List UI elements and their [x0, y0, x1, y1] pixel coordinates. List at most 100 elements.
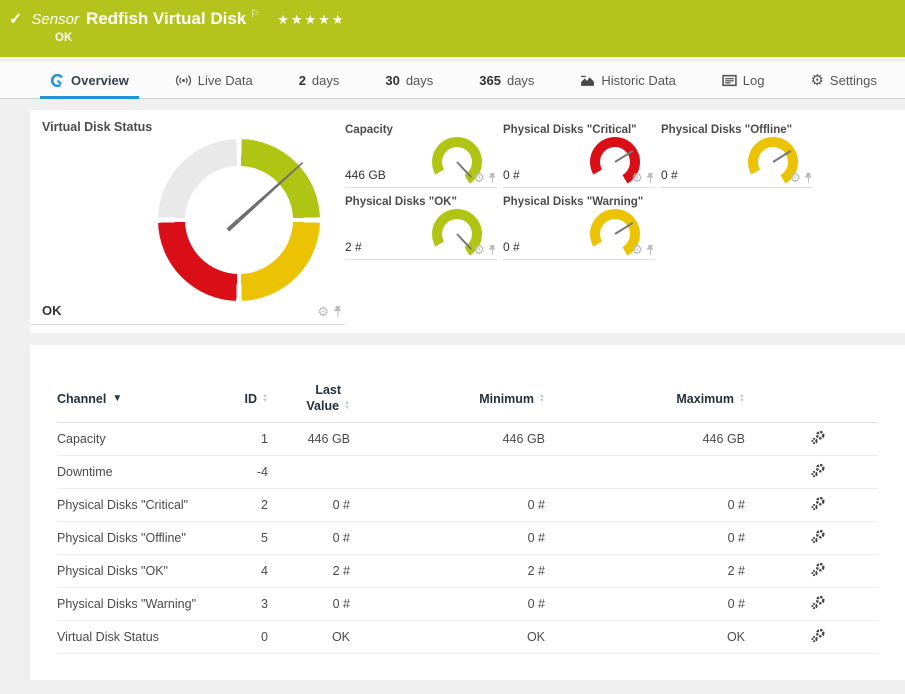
pin-icon[interactable] — [804, 172, 813, 184]
main-gauge-title: Virtual Disk Status — [42, 120, 345, 134]
column-header-channel[interactable]: Channel ▼ — [57, 392, 212, 406]
table-row: Physical Disks "Warning" 3 0 # 0 # 0 # — [57, 588, 878, 621]
minimum-value: OK — [350, 630, 545, 644]
tab-2-days[interactable]: 2 days — [289, 62, 350, 98]
last-value: 0 # — [268, 498, 350, 512]
tab-number: 365 — [479, 73, 501, 88]
minimum-value: 0 # — [350, 531, 545, 545]
channel-id: 2 — [212, 498, 268, 512]
channel-id: 4 — [212, 564, 268, 578]
pin-icon[interactable] — [646, 172, 655, 184]
channel-settings-gears-icon[interactable] — [811, 628, 826, 643]
tab-label: Settings — [830, 73, 877, 88]
last-value: 446 GB — [268, 432, 350, 446]
tab-settings[interactable]: ⚙ Settings — [800, 62, 886, 98]
tab-label: Live Data — [198, 73, 253, 88]
last-value: 0 # — [268, 531, 350, 545]
gear-icon[interactable]: ⚙ — [631, 243, 643, 256]
maximum-value: 0 # — [545, 498, 745, 512]
tab-label: Log — [743, 73, 765, 88]
gauge-title: Capacity — [345, 124, 497, 136]
column-header-maximum[interactable]: Maximum ▲▼ — [545, 392, 745, 406]
gear-icon[interactable]: ⚙ — [317, 305, 329, 318]
gauge-needle — [614, 150, 633, 163]
minimum-value: 0 # — [350, 597, 545, 611]
last-value: 2 # — [268, 564, 350, 578]
gear-icon[interactable]: ⚙ — [473, 243, 485, 256]
gauge-value: 0 # — [503, 240, 520, 254]
gauge-icon — [50, 73, 65, 88]
tab-log[interactable]: Log — [712, 62, 775, 98]
sensor-header: ✓ Sensor Redfish Virtual Disk ⚐ ★★★★★ OK — [0, 0, 905, 57]
column-header-last-value[interactable]: Last Value ▲▼ — [268, 383, 350, 414]
channel-gauge-capacity: Capacity 446 GB ⚙ — [345, 124, 497, 188]
channel-settings-gears-icon[interactable] — [811, 529, 826, 544]
table-row: Physical Disks "Critical" 2 0 # 0 # 0 # — [57, 489, 878, 522]
channel-name: Physical Disks "Critical" — [57, 498, 212, 512]
live-signal-icon — [175, 74, 192, 87]
gauges-panel: Virtual Disk Status OK ⚙ Capacity 446 GB — [30, 110, 905, 333]
column-header-minimum[interactable]: Minimum ▲▼ — [350, 392, 545, 406]
pin-icon[interactable] — [333, 305, 343, 318]
gear-icon[interactable]: ⚙ — [473, 171, 485, 184]
sensor-type-label: Sensor — [31, 11, 79, 28]
column-label: Channel — [57, 392, 106, 406]
channel-gauges: Capacity 446 GB ⚙ Physical Disks "Critic… — [345, 120, 905, 333]
gauge-needle — [456, 161, 472, 178]
log-list-icon — [722, 74, 737, 87]
gear-icon[interactable]: ⚙ — [631, 171, 643, 184]
column-label: ID — [245, 392, 258, 406]
channel-settings-gears-icon[interactable] — [811, 595, 826, 610]
minimum-value: 2 # — [350, 564, 545, 578]
sort-desc-icon: ▼ — [112, 393, 122, 404]
last-value: OK — [268, 630, 350, 644]
gear-icon[interactable]: ⚙ — [789, 171, 801, 184]
maximum-value: 0 # — [545, 531, 745, 545]
sensor-title: Redfish Virtual Disk — [86, 9, 246, 29]
gauge-needle — [238, 161, 305, 222]
pin-icon[interactable] — [488, 172, 497, 184]
area-chart-icon — [580, 74, 595, 87]
minimum-value: 0 # — [350, 498, 545, 512]
channel-id: 3 — [212, 597, 268, 611]
column-label: Minimum — [479, 392, 534, 406]
gauge-value: 2 # — [345, 240, 362, 254]
pin-icon[interactable] — [488, 244, 497, 256]
gauge-title: Physical Disks "Warning" — [503, 196, 655, 208]
gear-icon: ⚙ — [810, 73, 823, 88]
channel-name: Physical Disks "Offline" — [57, 531, 212, 545]
priority-stars[interactable]: ★★★★★ — [277, 12, 345, 28]
gauge-title: Physical Disks "OK" — [345, 196, 497, 208]
tab-label: Historic Data — [601, 73, 675, 88]
column-header-id[interactable]: ID ▲▼ — [212, 392, 268, 406]
gauge-value: 0 # — [503, 168, 520, 182]
table-row: Physical Disks "Offline" 5 0 # 0 # 0 # — [57, 522, 878, 555]
channel-settings-gears-icon[interactable] — [811, 496, 826, 511]
gauge-value: 446 GB — [345, 168, 386, 182]
maximum-value: OK — [545, 630, 745, 644]
gauge-needle — [772, 150, 791, 163]
status-check-icon: ✓ — [9, 9, 22, 29]
tab-label: Overview — [71, 73, 129, 88]
table-row: Downtime -4 — [57, 456, 878, 489]
tab-unit: days — [507, 73, 534, 88]
sensor-status-badge: OK — [55, 32, 895, 44]
table-row: Capacity 1 446 GB 446 GB 446 GB — [57, 423, 878, 456]
channel-settings-gears-icon[interactable] — [811, 463, 826, 478]
tab-live-data[interactable]: Live Data — [165, 62, 263, 98]
tab-unit: days — [312, 73, 339, 88]
tab-365-days[interactable]: 365 days — [469, 62, 544, 98]
tab-30-days[interactable]: 30 days — [375, 62, 443, 98]
pin-icon[interactable] — [646, 244, 655, 256]
gauge-value: 0 # — [661, 168, 678, 182]
flag-icon: ⚐ — [250, 9, 259, 20]
main-gauge-panel: Virtual Disk Status OK ⚙ — [30, 120, 345, 333]
channel-settings-gears-icon[interactable] — [811, 430, 826, 445]
channel-settings-gears-icon[interactable] — [811, 562, 826, 577]
channel-gauge-offline: Physical Disks "Offline" 0 # ⚙ — [661, 124, 813, 188]
channel-name: Physical Disks "OK" — [57, 564, 212, 578]
channel-name: Downtime — [57, 465, 212, 479]
tab-historic-data[interactable]: Historic Data — [570, 62, 685, 98]
tab-overview[interactable]: Overview — [40, 62, 139, 98]
last-value: 0 # — [268, 597, 350, 611]
